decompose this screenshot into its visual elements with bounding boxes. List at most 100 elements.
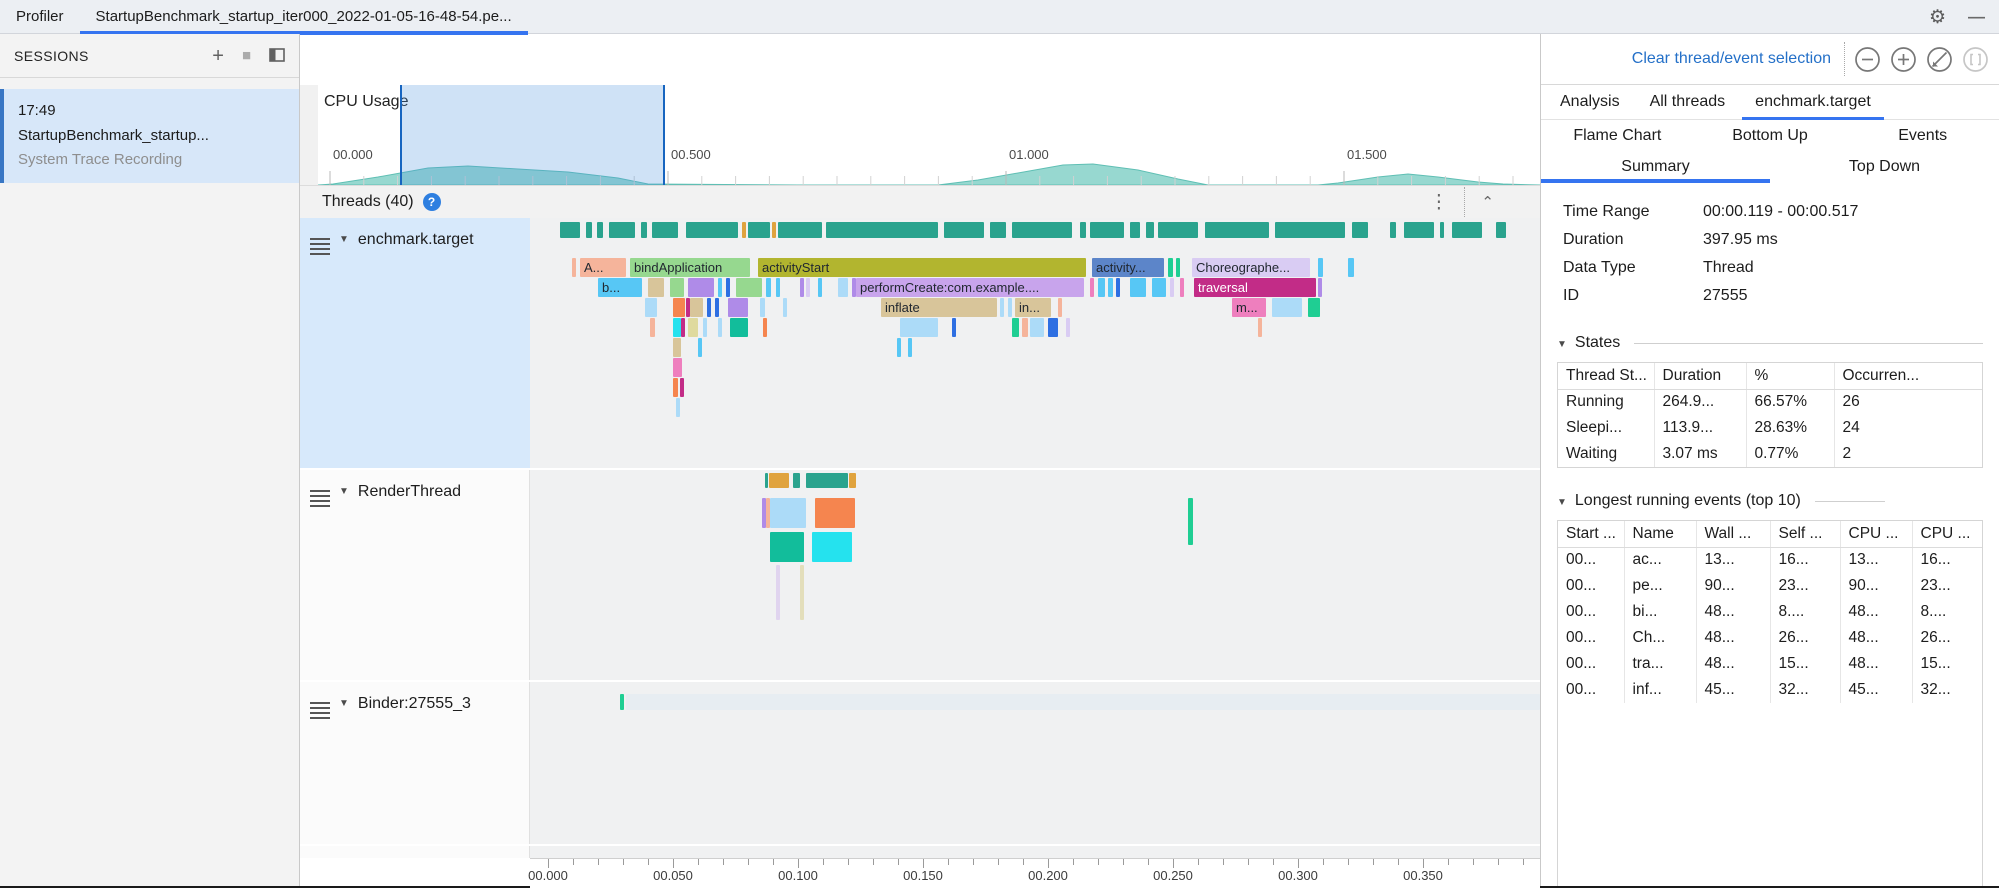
tab-session-file[interactable]: StartupBenchmark_startup_iter000_2022-01… <box>80 0 528 34</box>
trace-event[interactable] <box>1348 258 1354 277</box>
zoom-out-icon[interactable] <box>1854 46 1881 73</box>
trace-event[interactable] <box>952 318 956 337</box>
trace-event[interactable] <box>670 278 684 297</box>
trace-event[interactable] <box>715 298 719 317</box>
trace-event[interactable] <box>900 318 938 337</box>
trace-event[interactable] <box>1272 298 1302 317</box>
states-section-header[interactable]: ▼ States <box>1557 334 1983 352</box>
thread-row-enchmark-target[interactable]: ▼ enchmark.targetA...bindApplicationacti… <box>300 218 1540 468</box>
collapse-panel-icon[interactable] <box>269 46 285 66</box>
drag-handle-icon[interactable] <box>310 238 330 240</box>
help-icon[interactable]: ? <box>423 193 441 211</box>
trace-event[interactable]: inflate <box>881 298 997 317</box>
trace-event[interactable] <box>673 358 682 377</box>
trace-event[interactable] <box>1090 278 1094 297</box>
trace-event[interactable] <box>818 278 822 297</box>
column-header[interactable]: CPU ... <box>1912 521 1983 547</box>
thread-row-emojicompatinit-[interactable]: ▼ EmojiCompatInit... <box>300 846 1540 858</box>
thread-track-area[interactable] <box>530 846 1540 858</box>
tab-analysis[interactable]: Analysis <box>1545 85 1635 119</box>
table-row[interactable]: 00...inf...45...32...45...32... <box>1558 677 1983 703</box>
zoom-to-selection-icon[interactable] <box>1962 46 1989 73</box>
column-header[interactable]: Name <box>1624 521 1696 547</box>
column-header[interactable]: % <box>1746 363 1834 389</box>
trace-event[interactable] <box>730 318 748 337</box>
trace-event[interactable] <box>690 298 703 317</box>
trace-event[interactable] <box>1180 278 1184 297</box>
trace-event[interactable] <box>800 278 804 297</box>
trace-event[interactable] <box>763 318 767 337</box>
range-selection[interactable] <box>400 85 665 185</box>
trace-event[interactable] <box>806 278 810 297</box>
trace-event[interactable]: Choreographe... <box>1192 258 1310 277</box>
trace-event[interactable] <box>1012 318 1019 337</box>
trace-event[interactable]: A... <box>580 258 626 277</box>
trace-event[interactable] <box>736 278 762 297</box>
trace-event[interactable] <box>783 298 787 317</box>
trace-event[interactable] <box>1098 278 1105 297</box>
expand-arrow-icon[interactable]: ▼ <box>339 698 349 709</box>
drag-handle-icon[interactable] <box>310 702 330 704</box>
thread-track-area[interactable]: A...bindApplicationactivityStartactivity… <box>530 218 1540 468</box>
trace-event[interactable] <box>718 278 722 297</box>
table-row[interactable]: Waiting3.07 ms0.77%2 <box>1558 441 1983 467</box>
trace-event[interactable] <box>1022 318 1028 337</box>
table-row[interactable]: 00...bi...48...8....48...8.... <box>1558 599 1983 625</box>
trace-event[interactable] <box>1030 318 1044 337</box>
trace-event[interactable]: activity... <box>1092 258 1164 277</box>
column-header[interactable]: Duration <box>1654 363 1746 389</box>
column-header[interactable]: Thread St... <box>1558 363 1654 389</box>
table-row[interactable]: Running264.9...66.57%26 <box>1558 389 1983 415</box>
trace-event[interactable]: m... <box>1232 298 1266 317</box>
trace-event[interactable] <box>1000 298 1004 317</box>
add-session-icon[interactable]: + <box>212 46 224 66</box>
trace-event[interactable] <box>766 278 771 297</box>
trace-event[interactable] <box>770 498 806 528</box>
trace-event[interactable] <box>1058 298 1062 317</box>
trace-event[interactable] <box>1152 278 1166 297</box>
trace-event[interactable] <box>673 378 678 397</box>
longest-events-section-header[interactable]: ▼ Longest running events (top 10) <box>1557 492 1983 510</box>
trace-event[interactable] <box>688 318 698 337</box>
tab-events[interactable]: Events <box>1846 120 1999 151</box>
trace-event[interactable] <box>800 565 804 620</box>
trace-event[interactable] <box>1108 278 1113 297</box>
trace-event[interactable] <box>776 565 780 620</box>
table-row[interactable]: 00...Ch...48...26...48...26... <box>1558 625 1983 651</box>
thread-track-area[interactable] <box>530 470 1540 680</box>
trace-event[interactable]: performCreate:com.example.... <box>856 278 1084 297</box>
trace-event[interactable] <box>648 278 664 297</box>
trace-event[interactable] <box>572 258 576 277</box>
column-header[interactable]: Start ... <box>1558 521 1624 547</box>
cpu-usage-track[interactable]: 00.00000.50001.00001.500 CPU Usage <box>318 85 1540 185</box>
table-row[interactable]: 00...tra...48...15...48...15... <box>1558 651 1983 677</box>
tab-flame-chart[interactable]: Flame Chart <box>1541 120 1694 151</box>
column-header[interactable]: Wall ... <box>1696 521 1770 547</box>
tab-top-down[interactable]: Top Down <box>1770 151 1999 183</box>
table-row[interactable]: 00...ac...13...16...13...16... <box>1558 547 1983 573</box>
trace-event[interactable] <box>1116 278 1120 297</box>
tab-all-threads[interactable]: All threads <box>1635 85 1741 119</box>
trace-event[interactable] <box>1048 318 1058 337</box>
trace-event[interactable] <box>728 298 748 317</box>
thread-label[interactable]: ▼ enchmark.target <box>300 218 530 468</box>
expand-arrow-icon[interactable]: ▼ <box>339 486 349 497</box>
gear-icon[interactable]: ⚙ <box>1929 6 1946 29</box>
trace-event[interactable] <box>770 532 804 562</box>
drag-handle-icon[interactable] <box>310 490 330 492</box>
trace-event[interactable] <box>1170 278 1174 297</box>
trace-event[interactable] <box>650 318 655 337</box>
expand-arrow-icon[interactable]: ▼ <box>339 234 349 245</box>
thread-row-binder-27555-3[interactable]: ▼ Binder:27555_3 <box>300 682 1540 844</box>
session-item[interactable]: 17:49 StartupBenchmark_startup... System… <box>0 89 299 183</box>
trace-event[interactable] <box>707 298 711 317</box>
trace-event[interactable] <box>626 694 1540 710</box>
trace-event[interactable]: bindApplication <box>630 258 750 277</box>
table-row[interactable]: 00...pe...90...23...90...23... <box>1558 573 1983 599</box>
trace-event[interactable] <box>1258 318 1262 337</box>
tab-profiler[interactable]: Profiler <box>0 0 80 34</box>
thread-label[interactable]: ▼ EmojiCompatInit... <box>300 846 530 858</box>
thread-track-area[interactable] <box>530 682 1540 844</box>
trace-event[interactable] <box>673 318 681 337</box>
minimize-icon[interactable]: — <box>1968 7 1985 27</box>
